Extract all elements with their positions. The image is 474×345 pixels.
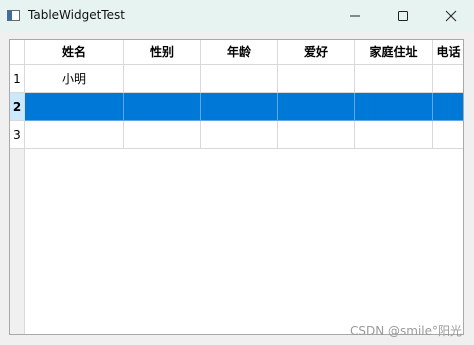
column-header-name[interactable]: 姓名: [25, 40, 124, 65]
table-cell-selected[interactable]: [25, 93, 124, 121]
table-cell[interactable]: 小明: [25, 65, 124, 93]
row-header-3[interactable]: 3: [10, 121, 25, 149]
close-button[interactable]: [428, 0, 474, 32]
column-header-gender[interactable]: 性别: [124, 40, 201, 65]
maximize-icon: [398, 11, 408, 21]
table-cell[interactable]: [433, 65, 463, 93]
table-cell[interactable]: [124, 65, 201, 93]
column-header-hobby[interactable]: 爱好: [278, 40, 355, 65]
minimize-icon: [350, 15, 360, 17]
window-title: TableWidgetTest: [28, 8, 125, 22]
title-bar: TableWidgetTest: [0, 0, 474, 32]
table-cell-selected[interactable]: [201, 93, 278, 121]
table-cell[interactable]: [355, 65, 433, 93]
table-cell[interactable]: [278, 121, 355, 149]
watermark: CSDN @smile°阳光: [349, 324, 462, 338]
minimize-button[interactable]: [332, 0, 378, 32]
column-header-age[interactable]: 年龄: [201, 40, 278, 65]
table-cell[interactable]: [201, 65, 278, 93]
vertical-header-empty-area: [10, 149, 25, 334]
table-cell[interactable]: [433, 121, 463, 149]
app-icon: [7, 10, 20, 21]
table-cell[interactable]: [278, 65, 355, 93]
row-header-2[interactable]: 2: [10, 93, 25, 121]
table-cell[interactable]: [124, 121, 201, 149]
column-header-phone[interactable]: 电话: [433, 40, 463, 65]
table-cell-selected[interactable]: [433, 93, 463, 121]
row-header-1[interactable]: 1: [10, 65, 25, 93]
table-cell-selected[interactable]: [278, 93, 355, 121]
table-cell[interactable]: [355, 121, 433, 149]
close-icon: [445, 10, 457, 22]
table-widget[interactable]: 姓名 性别 年龄 爱好 家庭住址 电话 1 2 3 小明: [9, 39, 464, 335]
table-corner-button[interactable]: [10, 40, 25, 65]
maximize-button[interactable]: [380, 0, 426, 32]
column-header-address[interactable]: 家庭住址: [355, 40, 433, 65]
table-cell[interactable]: [201, 121, 278, 149]
table-cell[interactable]: [25, 121, 124, 149]
table-cell-selected[interactable]: [124, 93, 201, 121]
table-cell-selected[interactable]: [355, 93, 433, 121]
